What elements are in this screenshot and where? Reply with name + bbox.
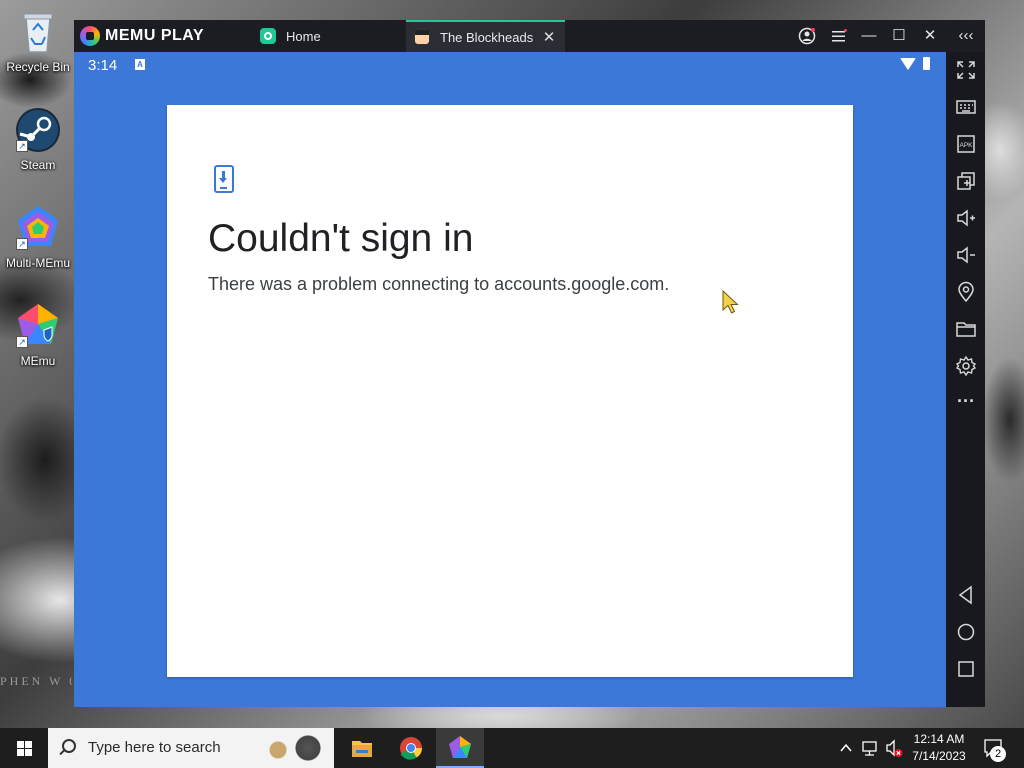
fullscreen-icon[interactable] xyxy=(955,59,977,81)
taskbar-chrome[interactable] xyxy=(387,728,435,768)
taskbar-search[interactable]: Type here to search xyxy=(48,728,334,768)
desktop-icon-recycle-bin[interactable]: Recycle Bin xyxy=(0,8,76,74)
network-icon[interactable] xyxy=(860,728,880,768)
file-explorer-icon xyxy=(352,741,372,757)
desktop-icon-multi-memu[interactable]: ↗ Multi-MEmu xyxy=(0,204,76,270)
notification-count-badge: 2 xyxy=(990,746,1006,762)
volume-muted-icon[interactable] xyxy=(884,728,904,768)
phone-download-icon xyxy=(214,165,234,193)
account-icon[interactable] xyxy=(792,20,822,52)
memu-taskbar-icon xyxy=(449,736,471,758)
battery-icon xyxy=(923,57,930,70)
brand-name: MEMU PLAY xyxy=(105,27,205,44)
title-bar[interactable]: MEMU PLAY Home The Blockheads ✕ — ☐ ✕ ‹‹… xyxy=(74,20,985,52)
steam-icon: ↗ xyxy=(14,106,62,154)
system-clock[interactable]: 12:14 AM 7/14/2023 xyxy=(906,731,972,765)
multi-window-icon[interactable] xyxy=(955,170,977,192)
start-button[interactable] xyxy=(0,728,48,768)
dialog-message: There was a problem connecting to accoun… xyxy=(208,274,670,294)
back-icon[interactable] xyxy=(955,584,977,606)
desktop-icon-steam[interactable]: ↗ Steam xyxy=(0,106,76,172)
tab-label: The Blockheads xyxy=(440,29,534,45)
volume-up-icon[interactable] xyxy=(955,207,977,229)
tray-overflow-icon[interactable] xyxy=(838,728,854,768)
volume-down-icon[interactable] xyxy=(955,244,977,266)
search-highlight-image xyxy=(258,734,328,762)
taskbar-memu[interactable] xyxy=(436,728,484,768)
tab-the-blockheads[interactable]: The Blockheads ✕ xyxy=(406,20,565,52)
desktop-icon-label: Steam xyxy=(20,158,56,172)
taskbar: Type here to search 12:14 AM 7/14/2023 2 xyxy=(0,728,1024,768)
desktop-icon-label: Recycle Bin xyxy=(6,60,70,74)
apk-icon[interactable]: APK xyxy=(955,133,977,155)
settings-icon[interactable] xyxy=(955,355,977,377)
memu-icon: ↗ xyxy=(14,302,62,350)
apk-text: APK xyxy=(959,142,973,149)
clock-time: 12:14 AM xyxy=(913,732,965,746)
android-screen[interactable]: 3:14 A Couldn't sign in There was a prob… xyxy=(74,52,946,707)
memu-logo-icon xyxy=(80,26,100,46)
search-placeholder: Type here to search xyxy=(88,739,221,756)
search-icon xyxy=(62,739,76,753)
location-icon[interactable] xyxy=(955,281,977,303)
status-indicator-icon: A xyxy=(135,59,145,70)
status-time: 3:14 xyxy=(88,57,118,74)
emulator-toolbar: APK ··· xyxy=(946,52,985,707)
home-icon[interactable] xyxy=(955,621,977,643)
desktop-icon-label: MEmu xyxy=(20,354,56,368)
sign-in-error-dialog: Couldn't sign in There was a problem con… xyxy=(167,105,853,677)
clock-date: 7/14/2023 xyxy=(912,749,966,763)
taskbar-file-explorer[interactable] xyxy=(338,728,386,768)
memu-logo: MEMU PLAY xyxy=(80,26,204,46)
menu-icon[interactable] xyxy=(824,20,854,52)
minimize-button[interactable]: — xyxy=(854,20,884,52)
blockheads-icon xyxy=(414,29,430,45)
collapse-sidebar-button[interactable]: ‹‹‹ xyxy=(951,20,981,52)
tab-label: Home xyxy=(286,28,321,44)
wallpaper-text: PHEN W 0 1 2 9 6 1 xyxy=(0,674,72,688)
tab-close-icon[interactable]: ✕ xyxy=(541,30,557,46)
recycle-bin-icon xyxy=(14,8,62,56)
chrome-icon xyxy=(400,737,422,760)
maximize-button[interactable]: ☐ xyxy=(884,20,914,52)
folder-icon[interactable] xyxy=(955,318,977,340)
home-app-icon xyxy=(260,28,276,44)
desktop-icon-label: Multi-MEmu xyxy=(5,256,70,270)
recents-icon[interactable] xyxy=(955,658,977,680)
memu-window: MEMU PLAY Home The Blockheads ✕ — ☐ ✕ ‹‹… xyxy=(74,20,985,707)
close-button[interactable]: ✕ xyxy=(915,20,945,52)
desktop-icon-memu[interactable]: ↗ MEmu xyxy=(0,302,76,368)
dialog-title: Couldn't sign in xyxy=(208,217,474,260)
tab-home[interactable]: Home xyxy=(252,20,407,52)
keyboard-icon[interactable] xyxy=(955,96,977,118)
more-icon[interactable]: ··· xyxy=(955,392,977,414)
wifi-icon xyxy=(900,58,916,70)
multi-memu-icon: ↗ xyxy=(14,204,62,252)
